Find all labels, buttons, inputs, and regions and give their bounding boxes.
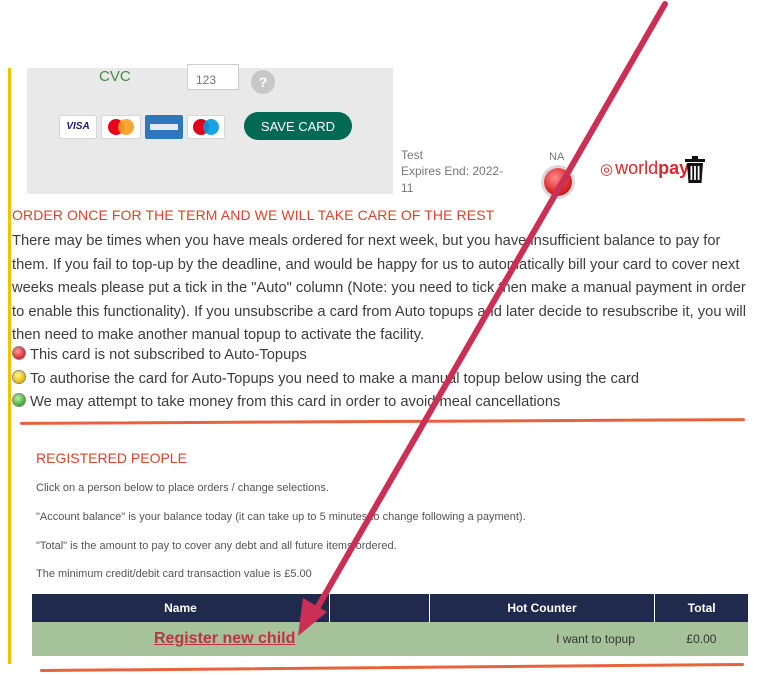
info-line: The minimum credit/debit card transactio…: [36, 568, 312, 580]
name-cell: Register new child: [32, 622, 430, 656]
auto-status-label: NA: [549, 151, 565, 163]
table-header-row: Name Hot Counter Total: [32, 594, 748, 622]
amex-logo: [145, 115, 183, 139]
registered-people-table: Name Hot Counter Total Register new chil…: [32, 594, 748, 656]
card-name: Test: [401, 148, 424, 162]
visa-logo: VISA: [59, 115, 97, 139]
help-icon[interactable]: ?: [251, 70, 275, 94]
maestro-logo: [187, 115, 225, 139]
legend-text: We may attempt to take money from this c…: [30, 394, 561, 410]
auto-topup-description: There may be times when you have meals o…: [12, 233, 746, 344]
card-entry-panel: CVC ? VISA SAVE CARD: [27, 64, 393, 194]
worldpay-logo-text-world: world: [615, 158, 659, 178]
auto-topup-heading: ORDER ONCE FOR THE TERM AND WE WILL TAKE…: [12, 207, 495, 223]
yellow-status-icon: [12, 370, 26, 384]
card-expiry: Expires End: 2022-11: [401, 164, 504, 195]
save-card-button[interactable]: SAVE CARD: [244, 112, 352, 140]
topup-cell[interactable]: I want to topup: [429, 622, 655, 656]
total-cell: £0.00: [654, 622, 748, 656]
column-header-name[interactable]: Name: [32, 594, 330, 622]
registered-people-heading: REGISTERED PEOPLE: [36, 450, 187, 466]
info-line: Click on a person below to place orders …: [36, 482, 329, 494]
table-row[interactable]: Register new child I want to topup £0.00: [32, 622, 748, 656]
green-status-icon: [12, 393, 26, 407]
worldpay-swirl-icon: ◎: [600, 161, 614, 178]
legend-item-yellow: To authorise the card for Auto-Topups yo…: [12, 370, 639, 387]
left-border-line: [8, 68, 11, 664]
cvc-label: CVC: [99, 68, 131, 85]
info-line: "Total" is the amount to pay to cover an…: [36, 540, 397, 552]
annotation-underline: [40, 662, 744, 673]
mastercard-logo: [101, 115, 141, 139]
cvc-input[interactable]: [187, 64, 239, 90]
register-new-child-link[interactable]: Register new child: [154, 630, 295, 647]
legend-text: To authorise the card for Auto-Topups yo…: [30, 371, 640, 387]
legend-text: This card is not subscribed to Auto-Topu…: [30, 347, 307, 363]
auto-topup-status-toggle[interactable]: [544, 168, 572, 196]
worldpay-logo: ◎ worldpay: [600, 158, 689, 179]
annotation-underline: [19, 418, 746, 425]
trash-icon[interactable]: [684, 156, 706, 184]
column-header-hot-counter[interactable]: Hot Counter: [429, 594, 656, 622]
legend-item-green: We may attempt to take money from this c…: [12, 393, 560, 410]
column-header-blank: [329, 594, 430, 622]
red-status-icon: [12, 346, 26, 360]
legend-item-red: This card is not subscribed to Auto-Topu…: [12, 346, 307, 363]
info-line: "Account balance" is your balance today …: [36, 511, 526, 523]
column-header-total[interactable]: Total: [654, 594, 748, 622]
